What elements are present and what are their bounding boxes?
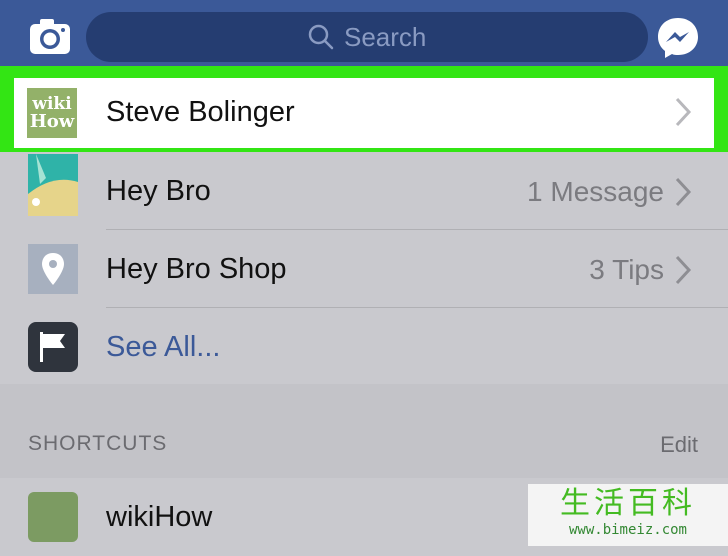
item-label: Steve Bolinger bbox=[106, 96, 295, 128]
watermark-text: 生活百科 bbox=[560, 487, 696, 520]
messenger-icon[interactable] bbox=[656, 16, 700, 60]
see-all-row[interactable]: See All... bbox=[0, 308, 728, 386]
watermark: 生活百科 www.bimeiz.com bbox=[528, 484, 728, 546]
wikihow-group-icon bbox=[28, 492, 78, 542]
location-pin-icon bbox=[28, 244, 78, 294]
search-icon bbox=[308, 24, 334, 50]
search-placeholder: Search bbox=[344, 22, 427, 52]
item-label: Hey Bro bbox=[106, 175, 211, 207]
tips-count: 3 Tips bbox=[589, 254, 664, 285]
item-label: wikiHow bbox=[106, 501, 213, 533]
top-bar: Search bbox=[0, 0, 728, 74]
camera-icon[interactable] bbox=[28, 16, 72, 56]
list-item-hey-bro[interactable]: Hey Bro 1 Message bbox=[0, 152, 728, 230]
chevron-right-icon bbox=[675, 97, 692, 127]
see-all-link[interactable]: See All... bbox=[106, 330, 220, 364]
message-count: 1 Message bbox=[527, 176, 664, 207]
chevron-right-icon bbox=[675, 177, 692, 207]
wikihow-thumbnail: wiki How bbox=[27, 88, 77, 138]
list-item-steve-bolinger[interactable]: wiki How Steve Bolinger bbox=[14, 78, 714, 148]
search-input[interactable]: Search bbox=[86, 12, 648, 62]
highlight-frame: wiki How Steve Bolinger bbox=[0, 66, 728, 160]
section-title: SHORTCUTS bbox=[28, 432, 168, 455]
item-label: Hey Bro Shop bbox=[106, 253, 287, 285]
page-thumbnail bbox=[28, 154, 78, 216]
list-item-hey-bro-shop[interactable]: Hey Bro Shop 3 Tips bbox=[0, 230, 728, 308]
watermark-url: www.bimeiz.com bbox=[568, 522, 687, 538]
flag-icon bbox=[28, 322, 78, 372]
shortcuts-header: SHORTCUTS Edit bbox=[0, 384, 728, 478]
edit-button[interactable]: Edit bbox=[660, 432, 698, 458]
chevron-right-icon bbox=[675, 255, 692, 285]
